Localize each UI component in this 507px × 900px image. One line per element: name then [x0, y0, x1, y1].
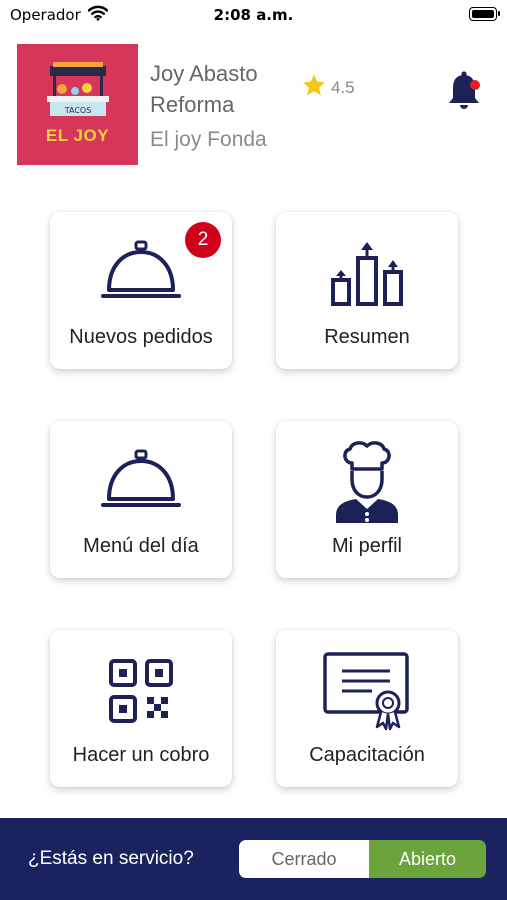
card-capacitacion[interactable]: Capacitación: [276, 630, 458, 787]
business-name: Joy Abasto Reforma: [150, 61, 258, 117]
service-toggle[interactable]: Cerrado Abierto: [239, 840, 486, 878]
qr-code-icon: [50, 648, 232, 734]
card-label: Mi perfil: [331, 535, 402, 557]
business-subtitle: El joy Fonda: [150, 128, 267, 151]
card-nuevos-pedidos[interactable]: 2 Nuevos pedidos: [50, 212, 232, 369]
notification-bell-button[interactable]: [444, 70, 486, 116]
clock: 2:08 a.m.: [213, 6, 294, 24]
card-label: Hacer un cobro: [72, 744, 210, 766]
logo-sign: TACOS: [64, 106, 92, 115]
card-label: Menú del día: [83, 535, 199, 557]
closed-option[interactable]: Cerrado: [239, 840, 369, 878]
restaurant-logo: TACOS EL JOY: [17, 44, 138, 165]
new-orders-badge: 2: [185, 222, 221, 258]
rating-value: 4.5: [331, 77, 355, 97]
card-menu-del-dia[interactable]: Menú del día: [50, 421, 232, 578]
certificate-icon: [276, 648, 458, 734]
card-label: Nuevos pedidos: [69, 326, 213, 348]
service-bell-icon: [50, 439, 232, 525]
bar-chart-icon: [276, 230, 458, 316]
card-label: Resumen: [324, 326, 410, 348]
star-icon: [301, 73, 327, 102]
card-resumen[interactable]: Resumen: [276, 212, 458, 369]
chef-icon: [276, 439, 458, 525]
rating: 4.5: [301, 73, 355, 102]
status-bar: Operador 2:08 a.m.: [0, 0, 507, 32]
bell-icon: [449, 71, 480, 109]
logo-text: EL JOY: [45, 126, 110, 145]
card-hacer-un-cobro[interactable]: Hacer un cobro: [50, 630, 232, 787]
card-label: Capacitación: [309, 744, 425, 766]
service-bar: ¿Estás en servicio? Cerrado Abierto: [0, 818, 507, 900]
open-option[interactable]: Abierto: [369, 840, 486, 878]
battery-icon: [469, 7, 500, 21]
card-mi-perfil[interactable]: Mi perfil: [276, 421, 458, 578]
service-question: ¿Estás en servicio?: [28, 848, 194, 869]
